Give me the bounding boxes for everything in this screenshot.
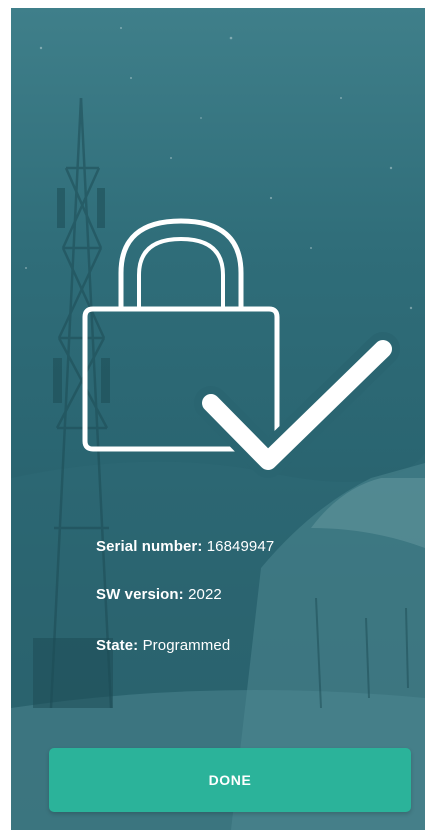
sw-version-row: SW version: 2022 [96,586,222,603]
sw-version-label: SW version: [96,586,184,603]
state-row: State: Programmed [96,637,230,654]
lock-check-icon [82,218,400,478]
serial-number-value: 16849947 [206,538,275,555]
programming-result-screen: Serial number: 16849947 SW version: 2022… [11,8,425,830]
state-value: Programmed [142,637,231,654]
state-label: State: [96,637,139,654]
sw-version-value: 2022 [188,586,222,603]
serial-number-row: Serial number: 16849947 [96,538,274,555]
serial-number-label: Serial number: [96,538,203,555]
done-button[interactable]: DONE [49,748,411,812]
